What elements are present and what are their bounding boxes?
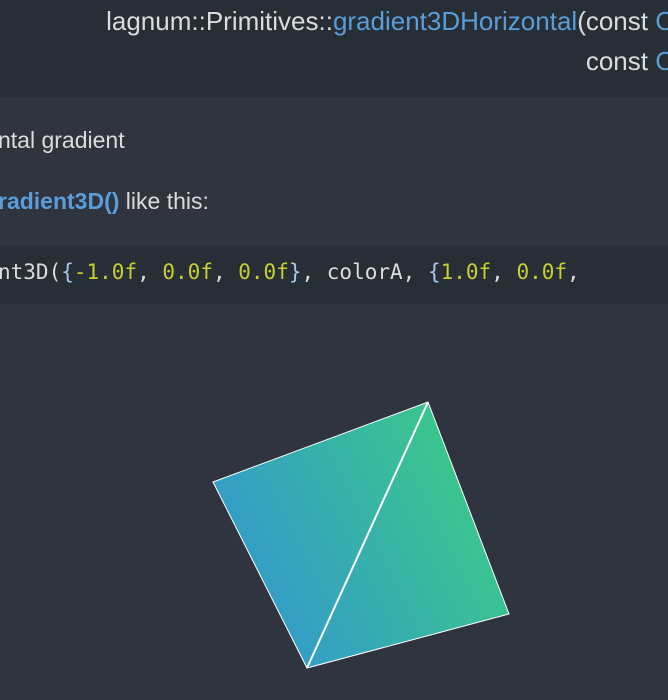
- code-token: ,: [137, 260, 163, 284]
- code-token: ,: [567, 260, 580, 284]
- code-block: nt3D({-1.0f, 0.0f, 0.0f}, colorA, {1.0f,…: [0, 246, 668, 304]
- detail-description: radient3D() like this:: [0, 188, 209, 215]
- code-function-call: nt3D(: [0, 260, 62, 284]
- code-token: ,: [491, 260, 517, 284]
- signature-line-2: const C: [586, 46, 668, 77]
- code-token: 0.0f: [162, 260, 213, 284]
- namespace-prefix: lagnum::Primitives::: [106, 6, 333, 36]
- param-type-link-2[interactable]: C: [655, 46, 668, 76]
- param-qualifier: const: [585, 46, 656, 76]
- code-token: ,: [212, 260, 239, 284]
- code-arguments: {-1.0f, 0.0f, 0.0f}, colorA, {1.0f, 0.0f…: [61, 260, 579, 284]
- signature-line-1: lagnum::Primitives::gradient3DHorizontal…: [106, 6, 668, 37]
- code-token: {: [61, 260, 74, 284]
- param-type-link[interactable]: C: [655, 6, 668, 36]
- code-token: -1.0f: [73, 260, 138, 284]
- function-signature: lagnum::Primitives::gradient3DHorizontal…: [0, 0, 668, 97]
- param-open: (const: [577, 6, 656, 36]
- gradient3d-link[interactable]: radient3D(): [0, 188, 119, 214]
- brief-description: ntal gradient: [0, 127, 125, 153]
- code-token: , colorA,: [301, 260, 428, 284]
- code-token: 1.0f: [440, 260, 492, 284]
- gradient-figure: [0, 304, 668, 695]
- code-line: nt3D({-1.0f, 0.0f, 0.0f}, colorA, {1.0f,…: [0, 260, 580, 284]
- function-name-link[interactable]: gradient3DHorizontal: [333, 6, 577, 36]
- code-token: }: [288, 260, 302, 284]
- code-token: 0.0f: [238, 260, 289, 284]
- gradient-quad-image: [212, 401, 510, 669]
- code-token: {: [427, 260, 441, 284]
- code-token: 0.0f: [516, 260, 568, 284]
- detail-text: like this:: [119, 188, 209, 214]
